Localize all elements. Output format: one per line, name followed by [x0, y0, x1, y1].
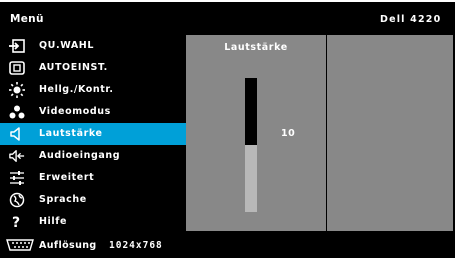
menu-item-input-source[interactable]: QU.WAHL	[0, 35, 186, 57]
auto-adjust-icon	[9, 60, 25, 76]
model-name: Dell 4220	[380, 14, 442, 25]
menu-item-label: Lautstärke	[39, 128, 103, 139]
menu-item-label: Hilfe	[39, 216, 68, 227]
menu-item-brightness-contrast[interactable]: Hellg./Kontr.	[0, 79, 186, 101]
menu-item-advanced[interactable]: Erweitert	[0, 167, 186, 189]
menu-item-help[interactable]: ? Hilfe	[0, 211, 186, 233]
menu-item-volume[interactable]: Lautstärke	[0, 123, 186, 145]
volume-value: 10	[281, 128, 296, 139]
osd-frame: Menü Dell 4220 QU.WAHL AUTOEINST. Hellg.…	[0, 2, 455, 258]
menu-item-label: Sprache	[39, 194, 87, 205]
menu-item-label: AUTOEINST.	[39, 62, 108, 73]
brightness-icon	[9, 82, 25, 98]
menu-item-language[interactable]: Sprache	[0, 189, 186, 211]
menu-item-label: Audioeingang	[39, 150, 121, 161]
menu-item-video-mode[interactable]: Videomodus	[0, 101, 186, 123]
speaker-icon	[9, 126, 25, 142]
advanced-settings-icon	[9, 170, 25, 186]
resolution-value: 1024x768	[109, 240, 163, 251]
language-icon	[9, 192, 25, 208]
help-icon: ?	[9, 214, 25, 230]
osd-screen: Menü Dell 4220 QU.WAHL AUTOEINST. Hellg.…	[0, 0, 455, 258]
menu-item-auto-adjust[interactable]: AUTOEINST.	[0, 57, 186, 79]
menu-item-label: Hellg./Kontr.	[39, 84, 114, 95]
preview-pane	[327, 35, 453, 231]
resolution-label: Auflösung	[39, 240, 97, 251]
panel-title: Lautstärke	[224, 42, 288, 53]
audio-input-icon	[9, 148, 25, 164]
menu-sidebar: QU.WAHL AUTOEINST. Hellg./Kontr. Videomo…	[0, 35, 186, 231]
volume-slider-dark-part	[245, 78, 257, 145]
menu-header: Menü Dell 4220	[0, 2, 455, 35]
menu-item-label: Videomodus	[39, 106, 111, 117]
video-port-icon	[5, 237, 35, 251]
input-source-icon	[9, 38, 25, 54]
status-bar: Auflösung 1024x768	[0, 231, 455, 258]
video-mode-icon	[9, 104, 25, 120]
menu-title: Menü	[10, 13, 44, 25]
svg-text:?: ?	[12, 215, 20, 230]
menu-item-label: QU.WAHL	[39, 40, 95, 51]
volume-panel: Lautstärke 10	[186, 35, 326, 231]
menu-item-label: Erweitert	[39, 172, 95, 183]
menu-item-audio-input[interactable]: Audioeingang	[0, 145, 186, 167]
volume-slider[interactable]	[245, 78, 257, 212]
